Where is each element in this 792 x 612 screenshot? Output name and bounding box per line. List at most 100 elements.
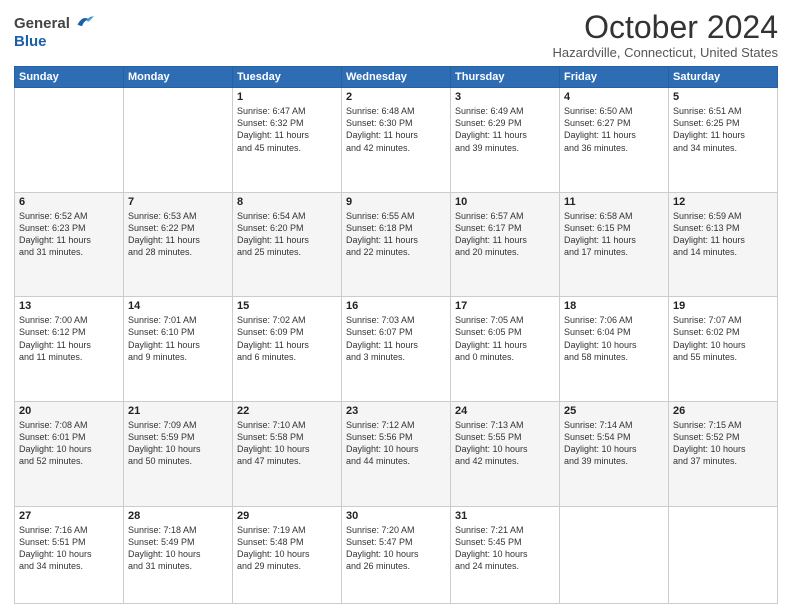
- cell-info: Sunrise: 7:18 AMSunset: 5:49 PMDaylight:…: [128, 524, 228, 573]
- cell-info: Sunrise: 6:54 AMSunset: 6:20 PMDaylight:…: [237, 210, 337, 259]
- calendar-row-1: 1Sunrise: 6:47 AMSunset: 6:32 PMDaylight…: [15, 88, 778, 193]
- cell-info: Sunrise: 7:20 AMSunset: 5:47 PMDaylight:…: [346, 524, 446, 573]
- day-number: 9: [346, 196, 446, 208]
- cell-info: Sunrise: 7:06 AMSunset: 6:04 PMDaylight:…: [564, 314, 664, 363]
- cell-info: Sunrise: 7:09 AMSunset: 5:59 PMDaylight:…: [128, 419, 228, 468]
- day-number: 15: [237, 300, 337, 312]
- calendar-cell: [669, 506, 778, 604]
- calendar-cell: 15 Sunrise: 7:02 AMSunset: 6:09 PMDayligh…: [233, 297, 342, 402]
- day-number: 26: [673, 405, 773, 417]
- calendar-cell: 27 Sunrise: 7:16 AMSunset: 5:51 PMDayligh…: [15, 506, 124, 604]
- location: Hazardville, Connecticut, United States: [553, 45, 778, 60]
- day-number: 6: [19, 196, 119, 208]
- page: General Blue October 2024 Hazardville, C…: [0, 0, 792, 612]
- calendar-cell: 31 Sunrise: 7:21 AMSunset: 5:45 PMDayligh…: [451, 506, 560, 604]
- logo: General Blue: [14, 12, 94, 51]
- day-header-monday: Monday: [124, 67, 233, 88]
- calendar-cell: 14 Sunrise: 7:01 AMSunset: 6:10 PMDayligh…: [124, 297, 233, 402]
- cell-info: Sunrise: 7:15 AMSunset: 5:52 PMDaylight:…: [673, 419, 773, 468]
- cell-info: Sunrise: 7:00 AMSunset: 6:12 PMDaylight:…: [19, 314, 119, 363]
- calendar-cell: 18 Sunrise: 7:06 AMSunset: 6:04 PMDayligh…: [560, 297, 669, 402]
- calendar-cell: 6Sunrise: 6:52 AMSunset: 6:23 PMDaylight…: [15, 192, 124, 297]
- calendar-cell: 16 Sunrise: 7:03 AMSunset: 6:07 PMDayligh…: [342, 297, 451, 402]
- top-header: General Blue October 2024 Hazardville, C…: [14, 10, 778, 60]
- day-number: 30: [346, 510, 446, 522]
- cell-info: Sunrise: 7:13 AMSunset: 5:55 PMDaylight:…: [455, 419, 555, 468]
- cell-info: Sunrise: 7:10 AMSunset: 5:58 PMDaylight:…: [237, 419, 337, 468]
- cell-info: Sunrise: 7:07 AMSunset: 6:02 PMDaylight:…: [673, 314, 773, 363]
- calendar-cell: 26 Sunrise: 7:15 AMSunset: 5:52 PMDayligh…: [669, 401, 778, 506]
- calendar-cell: 5 Sunrise: 6:51 AMSunset: 6:25 PMDaylight…: [669, 88, 778, 193]
- header-right: October 2024 Hazardville, Connecticut, U…: [553, 10, 778, 60]
- cell-info: Sunrise: 6:48 AMSunset: 6:30 PMDaylight:…: [346, 105, 446, 154]
- day-number: 25: [564, 405, 664, 417]
- calendar-cell: 3 Sunrise: 6:49 AMSunset: 6:29 PMDaylight…: [451, 88, 560, 193]
- cell-info: Sunrise: 6:49 AMSunset: 6:29 PMDaylight:…: [455, 105, 555, 154]
- calendar-cell: 23Sunrise: 7:12 AMSunset: 5:56 PMDayligh…: [342, 401, 451, 506]
- calendar-cell: 10Sunrise: 6:57 AMSunset: 6:17 PMDayligh…: [451, 192, 560, 297]
- day-number: 11: [564, 196, 664, 208]
- cell-info: Sunrise: 7:16 AMSunset: 5:51 PMDaylight:…: [19, 524, 119, 573]
- day-number: 17: [455, 300, 555, 312]
- day-number: 1: [237, 91, 337, 103]
- day-number: 16: [346, 300, 446, 312]
- calendar-cell: 25Sunrise: 7:14 AMSunset: 5:54 PMDayligh…: [560, 401, 669, 506]
- calendar-cell: [560, 506, 669, 604]
- calendar-cell: 21 Sunrise: 7:09 AMSunset: 5:59 PMDayligh…: [124, 401, 233, 506]
- day-header-friday: Friday: [560, 67, 669, 88]
- day-number: 13: [19, 300, 119, 312]
- calendar-cell: 2 Sunrise: 6:48 AMSunset: 6:30 PMDaylight…: [342, 88, 451, 193]
- cell-info: Sunrise: 7:03 AMSunset: 6:07 PMDaylight:…: [346, 314, 446, 363]
- logo-bird-icon: [76, 14, 94, 28]
- cell-info: Sunrise: 6:55 AMSunset: 6:18 PMDaylight:…: [346, 210, 446, 259]
- day-number: 19: [673, 300, 773, 312]
- day-number: 27: [19, 510, 119, 522]
- calendar-table: SundayMondayTuesdayWednesdayThursdayFrid…: [14, 66, 778, 604]
- month-title: October 2024: [553, 10, 778, 45]
- day-number: 31: [455, 510, 555, 522]
- calendar-cell: 28Sunrise: 7:18 AMSunset: 5:49 PMDayligh…: [124, 506, 233, 604]
- cell-info: Sunrise: 6:51 AMSunset: 6:25 PMDaylight:…: [673, 105, 773, 154]
- day-number: 12: [673, 196, 773, 208]
- day-header-tuesday: Tuesday: [233, 67, 342, 88]
- day-number: 5: [673, 91, 773, 103]
- cell-info: Sunrise: 6:58 AMSunset: 6:15 PMDaylight:…: [564, 210, 664, 259]
- day-number: 20: [19, 405, 119, 417]
- cell-info: Sunrise: 7:08 AMSunset: 6:01 PMDaylight:…: [19, 419, 119, 468]
- day-header-row: SundayMondayTuesdayWednesdayThursdayFrid…: [15, 67, 778, 88]
- day-number: 2: [346, 91, 446, 103]
- calendar-cell: 30 Sunrise: 7:20 AMSunset: 5:47 PMDayligh…: [342, 506, 451, 604]
- day-header-wednesday: Wednesday: [342, 67, 451, 88]
- cell-info: Sunrise: 7:05 AMSunset: 6:05 PMDaylight:…: [455, 314, 555, 363]
- cell-info: Sunrise: 7:19 AMSunset: 5:48 PMDaylight:…: [237, 524, 337, 573]
- day-header-saturday: Saturday: [669, 67, 778, 88]
- cell-info: Sunrise: 6:59 AMSunset: 6:13 PMDaylight:…: [673, 210, 773, 259]
- day-header-sunday: Sunday: [15, 67, 124, 88]
- calendar-row-5: 27 Sunrise: 7:16 AMSunset: 5:51 PMDayligh…: [15, 506, 778, 604]
- calendar-cell: 20 Sunrise: 7:08 AMSunset: 6:01 PMDayligh…: [15, 401, 124, 506]
- cell-info: Sunrise: 6:50 AMSunset: 6:27 PMDaylight:…: [564, 105, 664, 154]
- cell-info: Sunrise: 7:02 AMSunset: 6:09 PMDaylight:…: [237, 314, 337, 363]
- cell-info: Sunrise: 7:21 AMSunset: 5:45 PMDaylight:…: [455, 524, 555, 573]
- cell-info: Sunrise: 7:01 AMSunset: 6:10 PMDaylight:…: [128, 314, 228, 363]
- calendar-cell: 17 Sunrise: 7:05 AMSunset: 6:05 PMDayligh…: [451, 297, 560, 402]
- cell-info: Sunrise: 7:12 AMSunset: 5:56 PMDaylight:…: [346, 419, 446, 468]
- day-number: 3: [455, 91, 555, 103]
- day-number: 14: [128, 300, 228, 312]
- day-number: 22: [237, 405, 337, 417]
- day-number: 4: [564, 91, 664, 103]
- day-number: 21: [128, 405, 228, 417]
- day-number: 7: [128, 196, 228, 208]
- day-number: 18: [564, 300, 664, 312]
- calendar-cell: 8 Sunrise: 6:54 AMSunset: 6:20 PMDaylight…: [233, 192, 342, 297]
- day-number: 8: [237, 196, 337, 208]
- calendar-row-4: 20 Sunrise: 7:08 AMSunset: 6:01 PMDayligh…: [15, 401, 778, 506]
- calendar-cell: 12 Sunrise: 6:59 AMSunset: 6:13 PMDayligh…: [669, 192, 778, 297]
- logo-blue: Blue: [14, 33, 47, 50]
- day-number: 24: [455, 405, 555, 417]
- logo-general: General: [14, 15, 70, 32]
- calendar-cell: 11 Sunrise: 6:58 AMSunset: 6:15 PMDayligh…: [560, 192, 669, 297]
- calendar-cell: 1Sunrise: 6:47 AMSunset: 6:32 PMDaylight…: [233, 88, 342, 193]
- calendar-cell: [15, 88, 124, 193]
- day-number: 10: [455, 196, 555, 208]
